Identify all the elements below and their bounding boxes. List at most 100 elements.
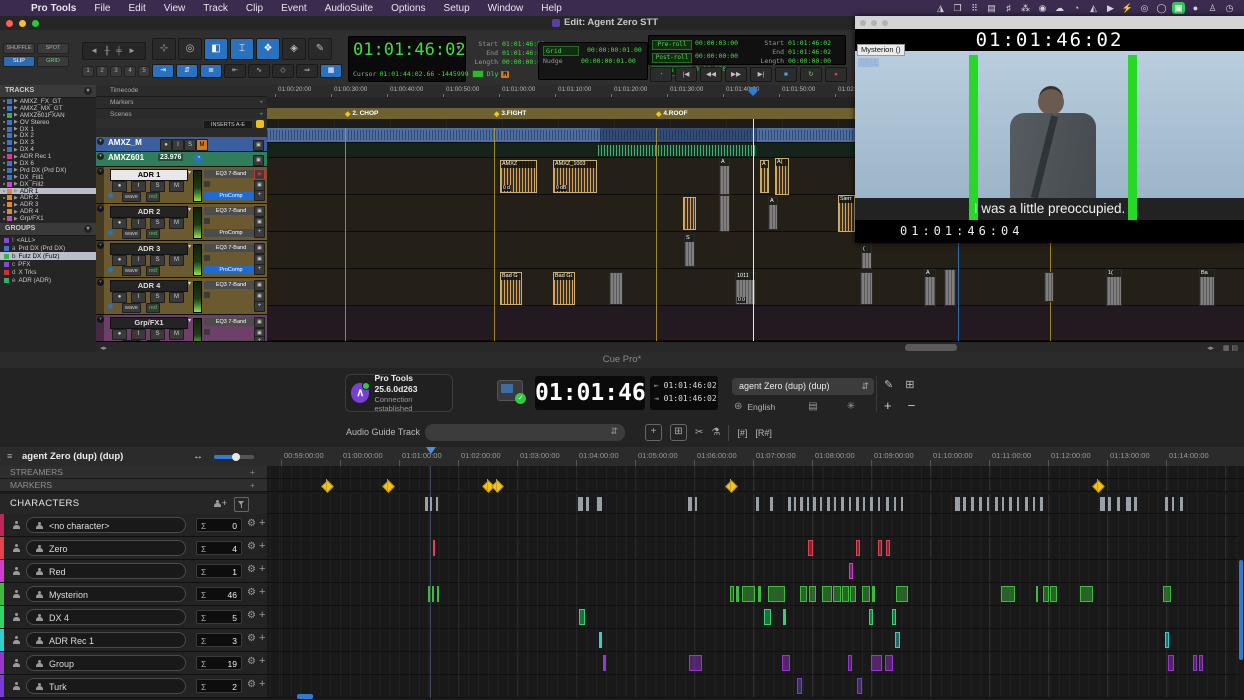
- transport-btn-6[interactable]: ↻: [800, 67, 822, 82]
- character-count-box[interactable]: Σ19: [196, 656, 242, 670]
- overview-lane[interactable]: [267, 494, 1244, 514]
- cue-bar[interactable]: [1199, 655, 1203, 671]
- track-btn-S[interactable]: S: [150, 255, 165, 266]
- track-list-item[interactable]: ▶ADR Rec 1: [0, 153, 96, 160]
- clock-icon[interactable]: ◔: [194, 154, 203, 163]
- transport-btn-7[interactable]: ●: [825, 67, 847, 82]
- status-icon-3[interactable]: ▤: [985, 2, 998, 14]
- tool-5[interactable]: ◈: [282, 38, 306, 60]
- audio-clip-amxz1003[interactable]: AMXZ_10030 dB: [553, 160, 597, 193]
- cue-bar[interactable]: [1165, 632, 1169, 648]
- document-icon[interactable]: ▤: [808, 401, 817, 412]
- character-name-field[interactable]: ADR Rec 1: [26, 632, 186, 648]
- track-btn-●[interactable]: ●: [112, 218, 127, 229]
- tracks-panel-header[interactable]: TRACKS▾: [0, 85, 96, 98]
- track-btn-M[interactable]: M: [196, 139, 208, 151]
- track-header-adr-4[interactable]: ▾ADR 4▾●ISMwaveredEQ3 7-Band▣▣+: [96, 278, 267, 315]
- track-collapse-icon[interactable]: ▾: [97, 138, 104, 145]
- streamers-row-label[interactable]: STREAMERS+: [0, 466, 267, 479]
- insert-procomp[interactable]: ProComp: [204, 266, 258, 274]
- menu-item-audiosuite[interactable]: AudioSuite: [316, 3, 382, 14]
- track-list-item[interactable]: ▶DX 6: [0, 160, 96, 167]
- cue-bar[interactable]: [764, 609, 771, 625]
- cue-bar[interactable]: [833, 586, 841, 602]
- track-btn-M[interactable]: M: [169, 292, 184, 303]
- tracks-menu-icon[interactable]: ▾: [84, 87, 92, 95]
- track-header-adr-1[interactable]: ▾ADR 1▾●ISMwaveredEQ3 7-BandProComp▣▣+: [96, 167, 267, 204]
- transport-btn-0[interactable]: ◔: [650, 67, 672, 82]
- character-settings-icon[interactable]: ⚙: [247, 564, 256, 575]
- v-scroll-thumb[interactable]: [1239, 560, 1243, 660]
- add-streamer-button[interactable]: +: [250, 466, 255, 479]
- group-list-item[interactable]: dX Trks: [0, 268, 96, 276]
- add-marker-button[interactable]: +: [250, 479, 255, 492]
- cue-bar[interactable]: [768, 586, 785, 602]
- pre-row[interactable]: Post-roll00:00:00:00: [652, 52, 754, 64]
- function-3[interactable]: ⇤: [224, 64, 246, 78]
- record-safe-button[interactable]: ▣: [254, 169, 265, 180]
- automation-dot-icon[interactable]: [108, 267, 113, 272]
- audio-clip-[interactable]: (: [861, 245, 872, 269]
- audio-clip-s[interactable]: S: [684, 234, 695, 267]
- insert-procomp[interactable]: ProComp: [204, 192, 258, 200]
- track-list-item[interactable]: ▶AMXZ601FXAN: [0, 112, 96, 119]
- cue-bar[interactable]: [871, 655, 882, 671]
- group-list-item[interactable]: bFutz DX (Futz): [0, 252, 96, 260]
- cue-bar[interactable]: [742, 586, 755, 602]
- character-count-box[interactable]: Σ4: [196, 541, 242, 555]
- list-icon[interactable]: ≡: [7, 451, 12, 461]
- cue-bar[interactable]: [783, 609, 786, 625]
- cue-bar[interactable]: [809, 586, 816, 602]
- midi-merge-chip[interactable]: M: [501, 71, 509, 78]
- mode-grid[interactable]: GRID: [37, 56, 69, 67]
- zoom-slider[interactable]: [214, 455, 254, 459]
- track-list-item[interactable]: ▶AMXZ_FX_GT: [0, 98, 96, 105]
- character-settings-icon[interactable]: ⚙: [247, 633, 256, 644]
- track-list-item[interactable]: ▶DX 1: [0, 126, 96, 133]
- cue-bar[interactable]: [432, 586, 434, 602]
- track-btn-I[interactable]: I: [131, 329, 146, 340]
- track-btn-M[interactable]: M: [169, 218, 184, 229]
- automation-dot-icon[interactable]: [108, 304, 113, 309]
- cue-bar[interactable]: [800, 586, 807, 602]
- pre-row[interactable]: Pre-roll00:00:03:00: [652, 39, 754, 51]
- add-insert-button[interactable]: +: [254, 301, 265, 312]
- cue-bar[interactable]: [1001, 586, 1015, 602]
- insert-eq3-7-band[interactable]: EQ3 7-Band: [204, 318, 258, 326]
- audio-clip[interactable]: [944, 269, 956, 306]
- cue-bar[interactable]: [872, 586, 875, 602]
- menu-item-view[interactable]: View: [155, 3, 195, 14]
- minimize-button[interactable]: [19, 20, 26, 27]
- add-insert-button[interactable]: +: [254, 190, 265, 201]
- function-6[interactable]: ⇒: [296, 64, 318, 78]
- scroll-right-arrows[interactable]: ◂▸: [1207, 344, 1214, 352]
- markers-row-label[interactable]: MARKERS+: [0, 479, 267, 492]
- status-icon-8[interactable]: ◔: [1070, 2, 1083, 14]
- track-btn-I[interactable]: I: [131, 181, 146, 192]
- add-button[interactable]: +: [884, 398, 892, 413]
- cue-bar[interactable]: [603, 655, 606, 671]
- audio-clip[interactable]: [1044, 272, 1054, 302]
- gridnudge-row[interactable]: Grid00:00:00:01.00: [543, 46, 643, 56]
- track-list-item[interactable]: ▶DX_Fill2: [0, 181, 96, 188]
- playlist-chip-wave[interactable]: wave: [122, 192, 141, 202]
- track-btn-M[interactable]: M: [169, 255, 184, 266]
- cue-marker-diamond[interactable]: [321, 480, 334, 493]
- track-list-item[interactable]: ▶DX_Fill1: [0, 174, 96, 181]
- character-name-field[interactable]: Group: [26, 655, 186, 671]
- cue-bar[interactable]: [433, 540, 435, 556]
- track-list-item[interactable]: ▶ADR 3: [0, 201, 96, 208]
- track-btn-S[interactable]: S: [150, 181, 165, 192]
- audio-clip-a[interactable]: A: [924, 269, 936, 306]
- menu-item-window[interactable]: Window: [479, 3, 533, 14]
- cue-bar[interactable]: [857, 678, 862, 694]
- character-name-field[interactable]: <no character>: [26, 517, 186, 533]
- status-icon-11[interactable]: ⚡: [1121, 2, 1134, 14]
- insert-eq3-7-band[interactable]: EQ3 7-Band: [204, 170, 258, 178]
- status-icon-10[interactable]: ▶: [1104, 2, 1117, 14]
- playlist-chip-red[interactable]: red: [146, 303, 160, 313]
- track-header-adr-2[interactable]: ▾ADR 2▾●ISMwaveredEQ3 7-BandProComp▣▣+: [96, 204, 267, 241]
- status-icon-7[interactable]: ☁: [1053, 2, 1066, 14]
- menu-item-setup[interactable]: Setup: [435, 3, 479, 14]
- track-name[interactable]: ADR 3: [110, 243, 188, 255]
